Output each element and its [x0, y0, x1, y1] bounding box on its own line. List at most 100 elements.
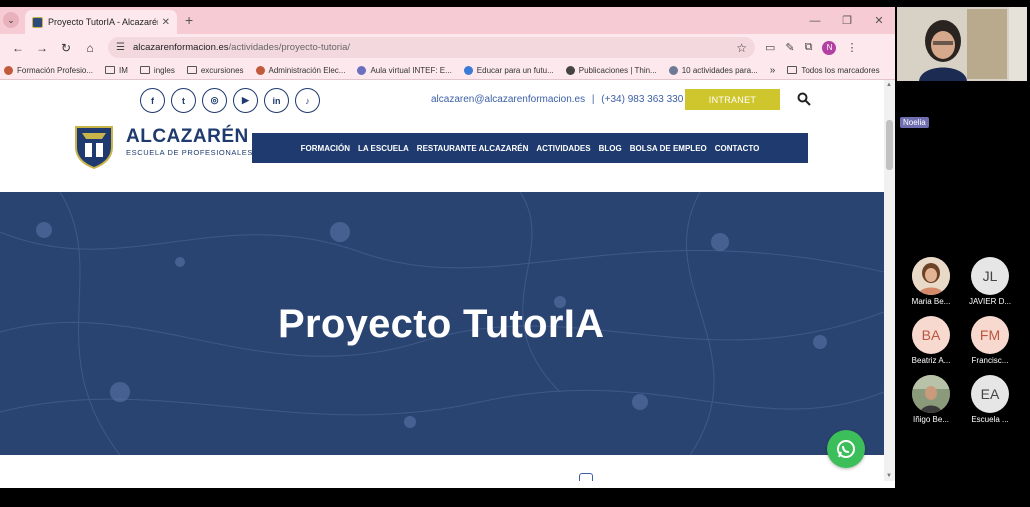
back-arrow-icon[interactable]: ← [6, 41, 30, 55]
tiktok-icon[interactable]: ♪ [295, 88, 320, 113]
nav-item-restaurante[interactable]: RESTAURANTE ALCAZARÉN [413, 144, 533, 153]
bookmark-folder[interactable]: ingles [139, 66, 175, 75]
presenter-video-image [897, 7, 1027, 81]
participant-tile[interactable]: FM Francisc... [962, 316, 1018, 365]
hero-title: Proyecto TutorIA [278, 302, 605, 346]
bookmarks-overflow-button[interactable]: » [770, 65, 776, 76]
participant-name: Beatriz A... [911, 356, 951, 365]
nav-item-blog[interactable]: BLOG [595, 144, 626, 153]
minimize-icon[interactable]: — [799, 7, 831, 34]
close-window-icon[interactable]: ✕ [863, 7, 895, 34]
profile-avatar[interactable]: N [822, 40, 837, 55]
all-bookmarks-folder[interactable]: Todos los marcadores [787, 66, 880, 75]
bookmark-item[interactable]: Administración Elec... [255, 65, 345, 75]
scrollbar-thumb[interactable] [886, 120, 893, 170]
nav-item-bolsa-de-empleo[interactable]: BOLSA DE EMPLEO [626, 144, 711, 153]
new-tab-button[interactable]: + [185, 12, 193, 28]
bookmark-item[interactable]: Formación Profesio... [4, 65, 93, 75]
logo-subtitle: ESCUELA DE PROFESIONALES [126, 148, 253, 157]
scroll-down-icon[interactable]: ▼ [886, 473, 892, 479]
bookmark-favicon-icon [463, 65, 473, 75]
forward-arrow-icon[interactable]: → [30, 41, 54, 55]
active-tab[interactable]: Proyecto TutorIA - Alcazarén Fo ✕ [25, 10, 177, 34]
logo-shield-icon[interactable] [74, 125, 114, 169]
extensions-area: ▭ ✎ ⧉ N ⋮ [765, 40, 857, 55]
bookmark-folder[interactable]: IM [105, 66, 128, 75]
toolbar: ← → ↻ ⌂ ☰ alcazarenformacion.es/activida… [0, 34, 895, 61]
participant-photo [912, 375, 950, 413]
participant-tile[interactable]: EA Escuela ... [962, 375, 1018, 424]
participant-avatar [912, 257, 950, 295]
url-path: /actividades/proyecto-tutoria/ [228, 42, 350, 53]
presenter-name-chip: Noelia [900, 117, 929, 128]
reload-icon[interactable]: ↻ [54, 41, 78, 55]
bookmarks-bar: Formación Profesio... IM ingles excursio… [0, 61, 895, 80]
whatsapp-icon [837, 440, 855, 458]
participant-name: Iñigo Be... [912, 415, 950, 424]
reading-mode-icon[interactable]: ▭ [765, 41, 775, 54]
bookmark-favicon-icon [255, 65, 265, 75]
twitter-icon[interactable]: t [171, 88, 196, 113]
web-page: f t ◎ ▶ in ♪ alcazaren@alcazarenformacio… [0, 80, 884, 481]
site-settings-icon[interactable]: ☰ [116, 42, 125, 53]
bookmark-favicon-icon [357, 65, 367, 75]
bookmark-item[interactable]: Publicaciones | Thin... [565, 65, 657, 75]
bookmark-star-icon[interactable]: ☆ [736, 41, 747, 55]
participant-tile[interactable]: JL JAVIER D... [962, 257, 1018, 306]
bookmark-favicon-icon [668, 65, 678, 75]
nav-item-formacion[interactable]: FORMACIÓN [297, 144, 354, 153]
instagram-icon[interactable]: ◎ [202, 88, 227, 113]
logo-name: ALCAZARÉN [126, 126, 249, 147]
social-links: f t ◎ ▶ in ♪ [140, 88, 320, 113]
nav-item-actividades[interactable]: ACTIVIDADES [532, 144, 594, 153]
phone-link[interactable]: (+34) 983 363 330 [601, 94, 683, 105]
folder-icon [186, 66, 197, 74]
participant-tile[interactable]: Maria Be... [903, 257, 959, 306]
site-favicon-icon [32, 16, 43, 28]
tab-search-button[interactable]: ⌄ [3, 12, 19, 28]
page-scrollbar[interactable]: ▲ ▼ [884, 80, 895, 481]
close-tab-icon[interactable]: ✕ [162, 17, 170, 28]
email-link[interactable]: alcazaren@alcazarenformacion.es [431, 94, 585, 105]
bookmark-item[interactable]: Educar para un futu... [463, 65, 554, 75]
facebook-icon[interactable]: f [140, 88, 165, 113]
presenter-video [897, 7, 1027, 81]
participant-name: Escuela ... [971, 415, 1009, 424]
participant-tile[interactable]: Iñigo Be... [903, 375, 959, 424]
home-icon[interactable]: ⌂ [78, 41, 102, 55]
main-navigation: FORMACIÓN LA ESCUELA RESTAURANTE ALCAZAR… [252, 133, 808, 163]
folder-icon [105, 66, 116, 74]
participant-avatar: BA [912, 316, 950, 354]
participant-name: JAVIER D... [968, 297, 1012, 306]
participant-tile[interactable]: BA Beatriz A... [903, 316, 959, 365]
bookmark-favicon-icon [565, 65, 575, 75]
nav-item-contacto[interactable]: CONTACTO [711, 144, 764, 153]
puzzle-icon[interactable]: ⧉ [805, 41, 813, 54]
participant-name: Francisc... [971, 356, 1009, 365]
bookmark-item[interactable]: Aula virtual INTEF: E... [357, 65, 452, 75]
scroll-up-icon[interactable]: ▲ [886, 82, 892, 88]
participant-photo [912, 257, 950, 295]
address-bar[interactable]: ☰ alcazarenformacion.es/actividades/proy… [108, 37, 755, 58]
bookmark-favicon-icon [4, 65, 13, 75]
whatsapp-button[interactable] [827, 430, 865, 468]
participant-avatar: EA [971, 375, 1009, 413]
youtube-icon[interactable]: ▶ [233, 88, 258, 113]
hero-banner: Proyecto TutorIA [0, 192, 884, 455]
participant-avatar: JL [971, 257, 1009, 295]
folder-icon [139, 66, 150, 74]
search-icon[interactable] [797, 92, 811, 106]
restore-icon[interactable]: ❐ [831, 7, 863, 34]
folder-icon [787, 66, 798, 74]
linkedin-icon[interactable]: in [264, 88, 289, 113]
extension-icon[interactable]: ✎ [785, 41, 794, 54]
page-section-icon [579, 473, 593, 481]
participant-avatar: FM [971, 316, 1009, 354]
intranet-button[interactable]: INTRANET [685, 89, 780, 110]
kebab-menu-icon[interactable]: ⋮ [846, 41, 857, 54]
bookmark-folder[interactable]: excursiones [186, 66, 244, 75]
bookmark-item[interactable]: 10 actividades para... [668, 65, 758, 75]
contact-info: alcazaren@alcazarenformacion.es | (+34) … [431, 94, 684, 105]
nav-item-la-escuela[interactable]: LA ESCUELA [354, 144, 413, 153]
tab-title: Proyecto TutorIA - Alcazarén Fo [48, 17, 158, 27]
